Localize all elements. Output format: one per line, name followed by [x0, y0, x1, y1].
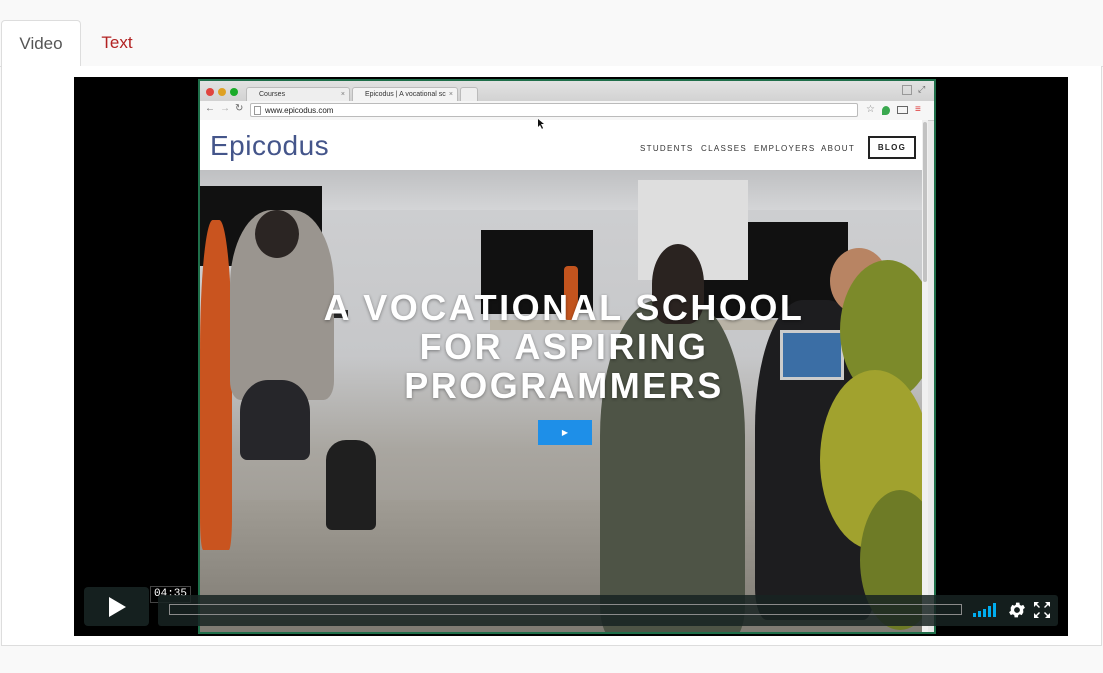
head [255, 210, 299, 258]
menu-icon: ≡ [915, 104, 921, 115]
hero-play-button: ▶ [538, 420, 592, 445]
nav-classes: CLASSES [701, 144, 748, 153]
control-bar [158, 595, 1058, 626]
forward-arrow-icon: → [220, 103, 230, 114]
browser-toolbar: ← → ↻ www.epicodus.com ☆ ≡ [200, 101, 934, 121]
tab-video[interactable]: Video [1, 20, 81, 67]
close-dot-icon [206, 88, 214, 96]
site-scrollbar [922, 120, 928, 632]
nav-employers: EMPLOYERS [754, 144, 816, 153]
browser-tab-epicodus: Epicodus | A vocational sc × [352, 87, 458, 101]
address-bar: www.epicodus.com [250, 103, 858, 117]
hero-line: FOR ASPIRING [419, 326, 709, 367]
hero-line: A VOCATIONAL SCHOOL [323, 287, 805, 328]
blog-button: BLOG [868, 136, 916, 159]
page-icon [254, 106, 261, 115]
fullscreen-icon[interactable] [1033, 601, 1051, 619]
play-button[interactable] [84, 587, 149, 626]
play-icon: ▶ [561, 428, 569, 437]
scrollbar-thumb [923, 122, 927, 282]
star-icon: ☆ [866, 104, 875, 115]
close-icon: × [340, 91, 345, 98]
minimize-dot-icon [218, 88, 226, 96]
gear-icon[interactable] [1007, 600, 1027, 620]
new-tab-icon [460, 87, 478, 101]
tab-bar: Video Text [0, 20, 1103, 67]
mouse-cursor-icon [538, 119, 544, 129]
browser-tab-label: Courses [259, 91, 286, 98]
play-icon [108, 596, 126, 617]
back-arrow-icon: ← [205, 103, 215, 114]
browser-tab-label: Epicodus | A vocational sc [365, 91, 446, 98]
hero-heading: A VOCATIONAL SCHOOL FOR ASPIRING PROGRAM… [200, 288, 928, 405]
cast-icon [897, 106, 908, 114]
reload-icon: ↻ [235, 103, 244, 114]
website: Epicodus STUDENTS CLASSES EMPLOYERS ABOU… [200, 120, 928, 632]
nav-about: ABOUT [821, 144, 856, 153]
fullscreen-icon: ⤢ [918, 84, 926, 94]
url-text: www.epicodus.com [265, 106, 334, 115]
volume-icon[interactable] [973, 603, 997, 617]
backpack [326, 440, 376, 530]
close-icon: × [448, 91, 453, 98]
hero-line: PROGRAMMERS [404, 365, 724, 406]
browser-tab-courses: Courses × [246, 87, 350, 101]
video-player[interactable]: Courses × Epicodus | A vocational sc × ⤢ ←… [74, 77, 1068, 636]
browser-window: Courses × Epicodus | A vocational sc × ⤢ ←… [198, 79, 936, 634]
browser-tab-bar: Courses × Epicodus | A vocational sc × ⤢ [200, 81, 934, 101]
evernote-icon [882, 106, 890, 115]
user-icon [902, 85, 912, 95]
tab-text[interactable]: Text [82, 20, 152, 66]
progress-bar[interactable] [169, 604, 962, 615]
nav-students: STUDENTS [640, 144, 694, 153]
zoom-dot-icon [230, 88, 238, 96]
site-logo: Epicodus [210, 130, 330, 161]
